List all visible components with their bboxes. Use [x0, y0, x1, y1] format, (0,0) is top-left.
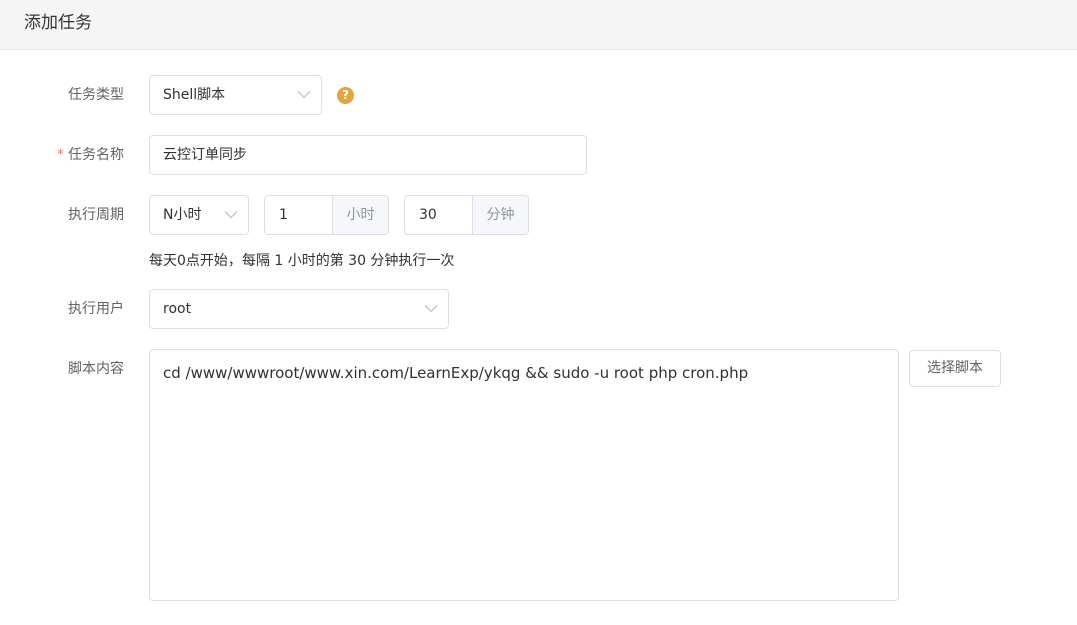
page-title: 添加任务	[24, 13, 92, 33]
user-value: root	[163, 301, 192, 317]
task-name-input[interactable]: 云控订单同步	[149, 135, 587, 175]
script-label: 脚本内容	[68, 361, 124, 377]
cycle-hint: 每天0点开始，每隔 1 小时的第 30 分钟执行一次	[149, 253, 455, 269]
hours-unit: 小时	[332, 196, 388, 234]
page-header: 添加任务	[0, 0, 1077, 50]
task-type-label: 任务类型	[68, 87, 124, 103]
select-script-button[interactable]: 选择脚本	[909, 350, 1001, 387]
question-circle-icon[interactable]: ?	[337, 87, 354, 104]
script-content: cd /www/wwwroot/www.xin.com/LearnExp/ykq…	[163, 364, 749, 382]
user-label: 执行用户	[68, 301, 124, 317]
chevron-down-icon	[297, 90, 311, 99]
user-select[interactable]: root	[149, 289, 449, 329]
task-name-value: 云控订单同步	[163, 147, 247, 163]
minutes-input-group[interactable]: 30 分钟	[404, 195, 529, 235]
minutes-unit: 分钟	[472, 196, 528, 234]
task-type-select[interactable]: Shell脚本	[149, 75, 322, 115]
cycle-label: 执行周期	[68, 207, 124, 223]
chevron-down-icon	[224, 210, 238, 219]
script-textarea[interactable]: cd /www/wwwroot/www.xin.com/LearnExp/ykq…	[149, 349, 899, 601]
task-name-label: * 任务名称	[57, 145, 124, 165]
hours-input-group[interactable]: 1 小时	[264, 195, 389, 235]
hours-input[interactable]: 1	[279, 196, 288, 234]
required-mark: *	[57, 147, 64, 163]
chevron-down-icon	[424, 304, 438, 313]
cycle-type-value: N小时	[163, 207, 202, 223]
minutes-input[interactable]: 30	[419, 196, 437, 234]
task-type-value: Shell脚本	[163, 87, 226, 103]
task-name-label-text: 任务名称	[68, 147, 124, 163]
cycle-type-select[interactable]: N小时	[149, 195, 249, 235]
